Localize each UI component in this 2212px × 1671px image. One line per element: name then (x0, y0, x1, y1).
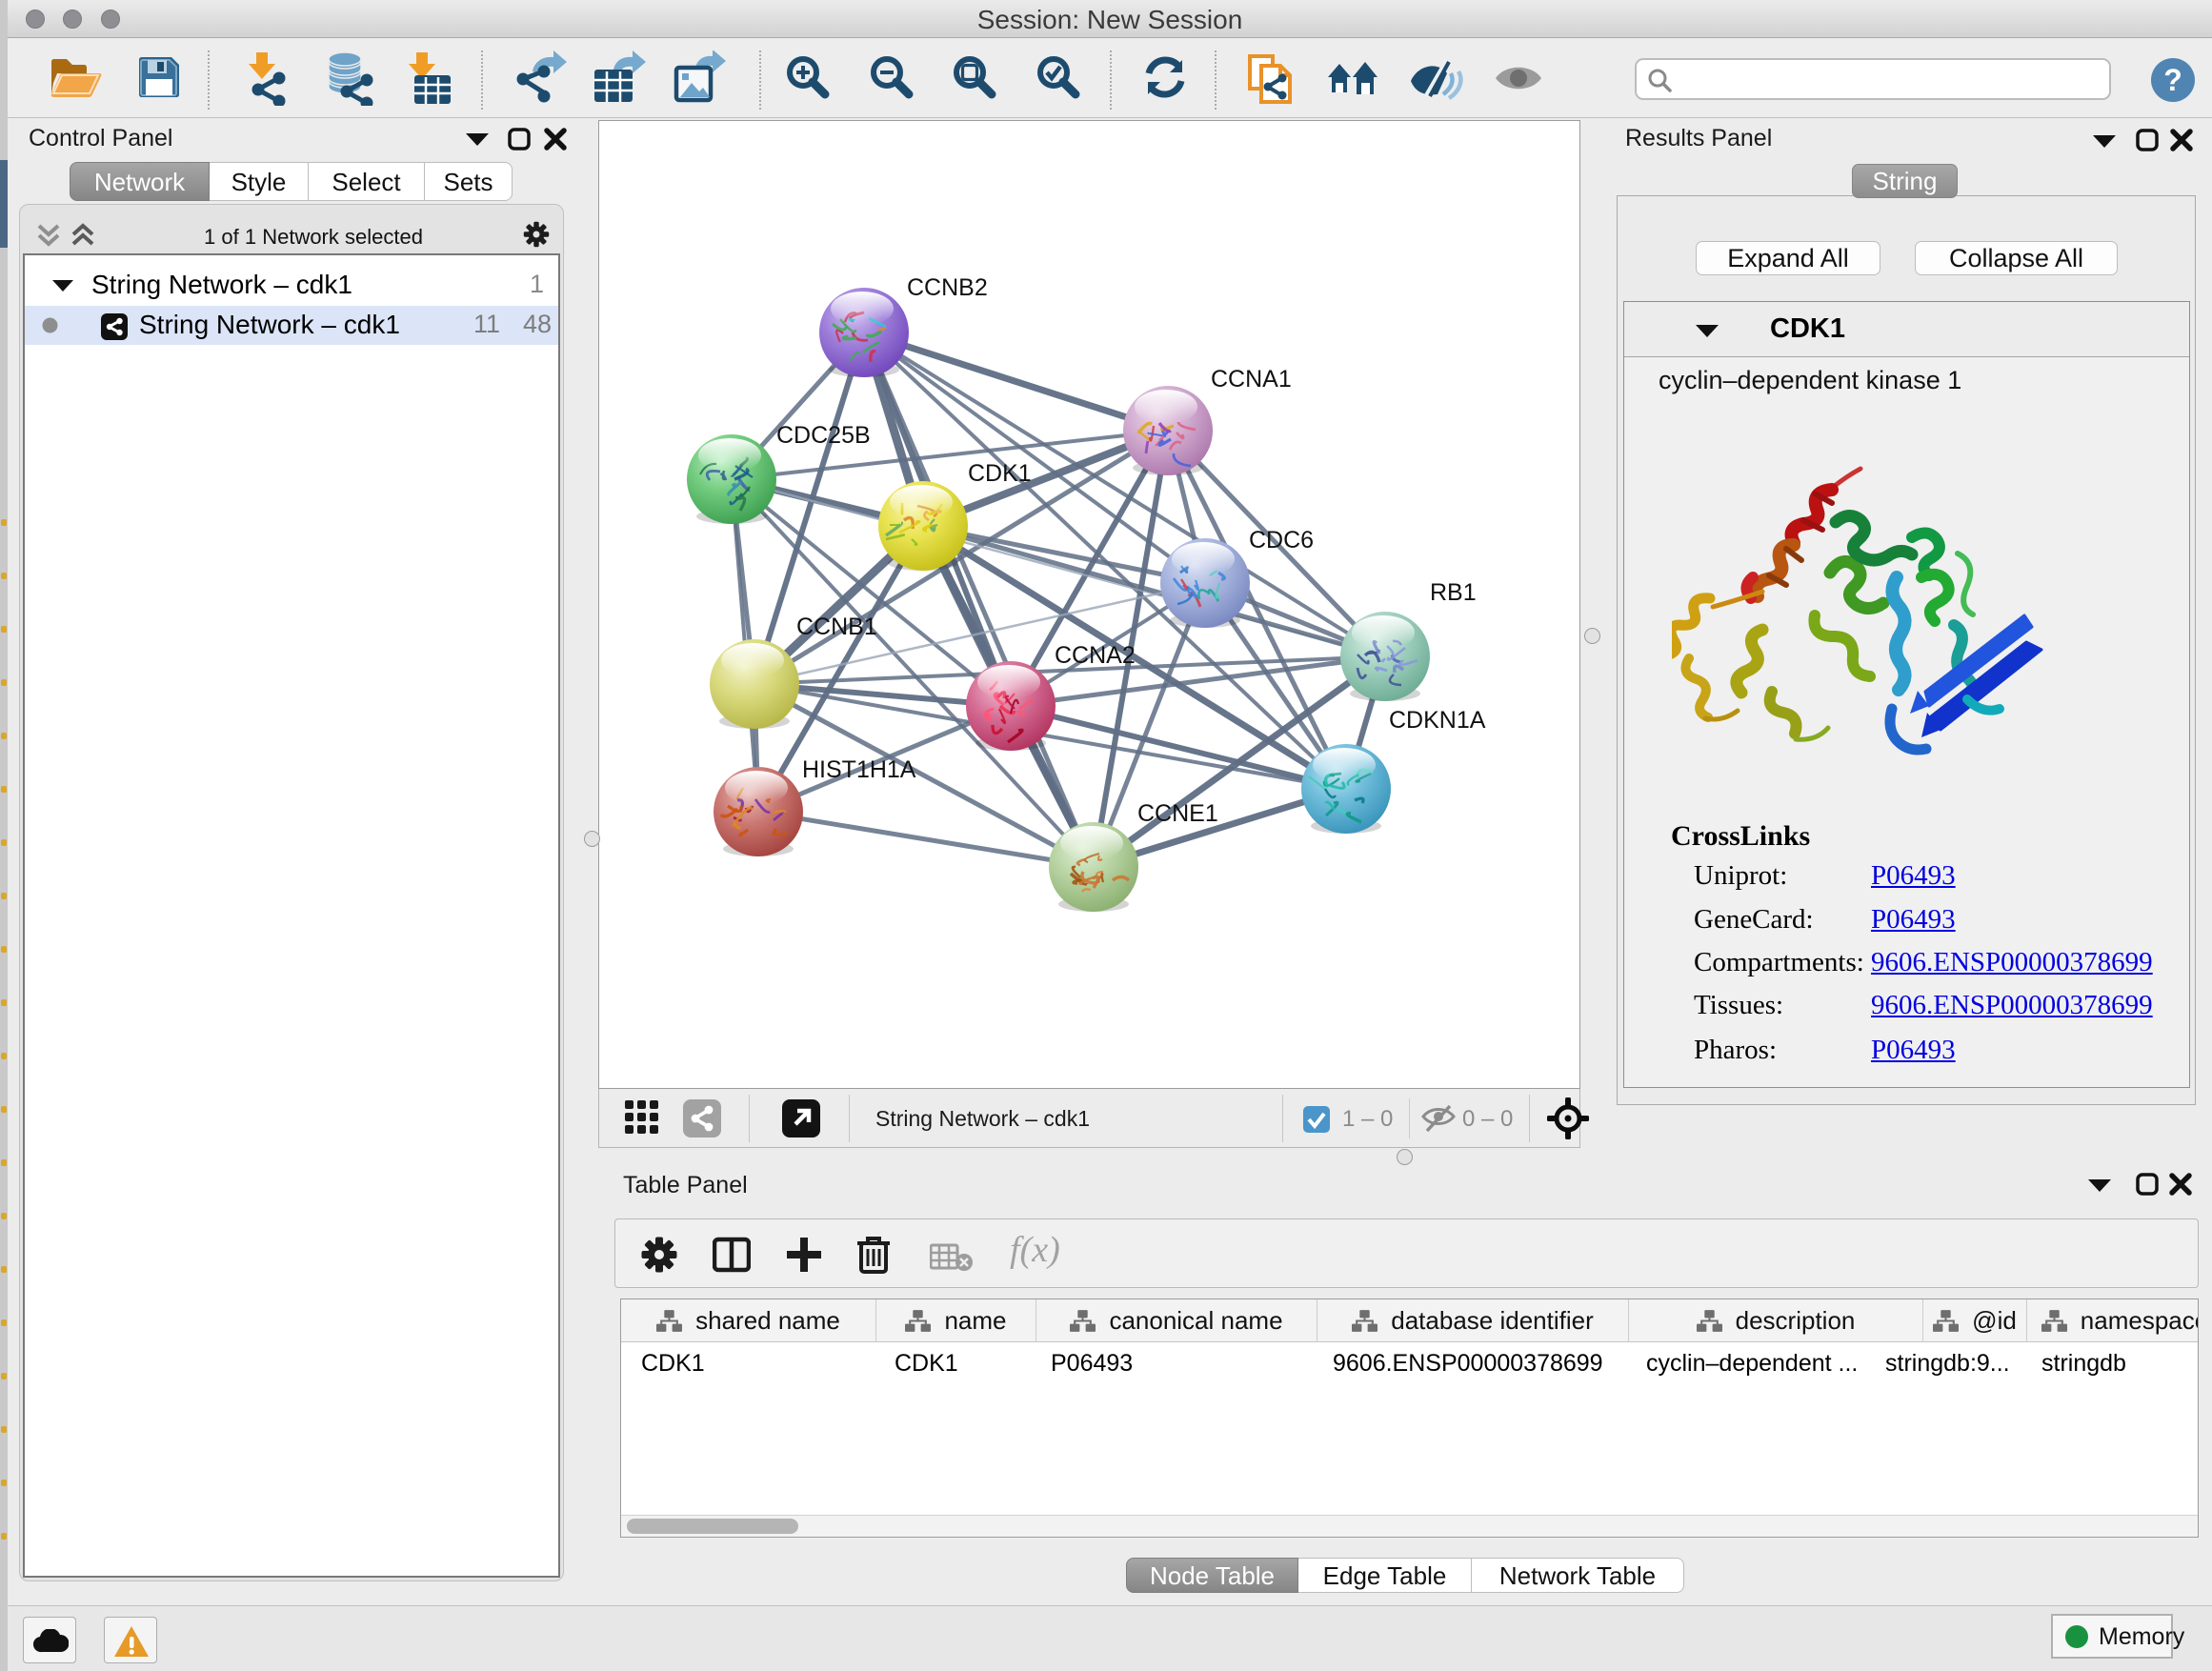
svg-text:?: ? (2163, 63, 2182, 97)
svg-text:CDC6: CDC6 (1249, 527, 1314, 554)
svg-text:CCNE1: CCNE1 (1137, 800, 1218, 827)
svg-text:CCNA1: CCNA1 (1211, 366, 1292, 393)
svg-text:CCNA2: CCNA2 (1055, 642, 1136, 669)
svg-text:CCNB2: CCNB2 (907, 274, 988, 301)
svg-text:HIST1H1A: HIST1H1A (802, 756, 916, 783)
svg-text:CDKN1A: CDKN1A (1389, 707, 1486, 734)
svg-text:CDC25B: CDC25B (776, 422, 871, 449)
svg-text:CCNB1: CCNB1 (796, 614, 877, 640)
svg-text:RB1: RB1 (1430, 579, 1477, 606)
svg-text:CDK1: CDK1 (968, 460, 1032, 487)
